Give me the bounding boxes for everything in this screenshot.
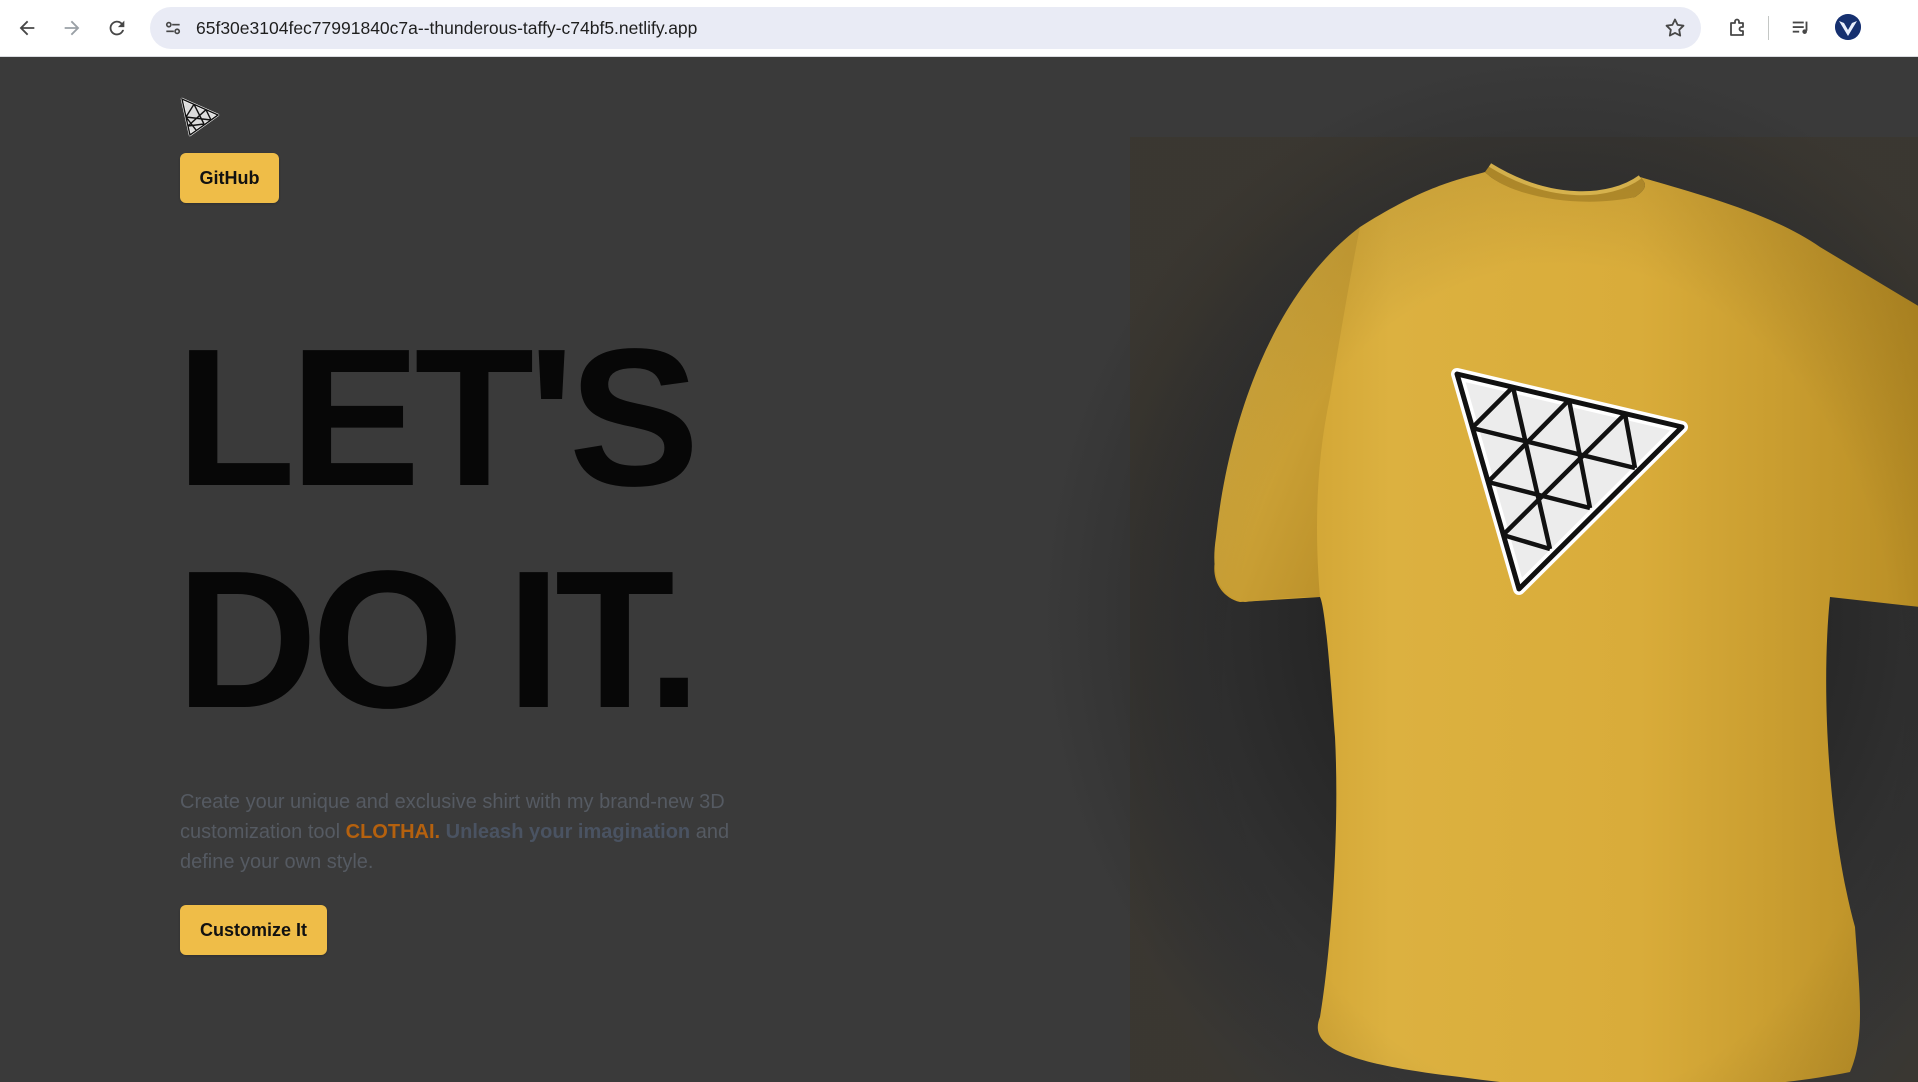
landing-page: GitHub LET'S DO IT. Create your unique a… (0, 57, 1918, 1082)
media-queue-icon[interactable] (1787, 14, 1815, 42)
description-punct: . (434, 821, 446, 843)
forward-button[interactable] (54, 10, 90, 46)
reload-icon (109, 20, 125, 36)
forward-arrow-icon (64, 20, 80, 36)
github-button[interactable]: GitHub (180, 153, 279, 203)
star-icon[interactable] (1663, 16, 1687, 40)
tshirt-image[interactable] (1130, 137, 1918, 1082)
browser-toolbar: 65f30e3104fec77991840c7a--thunderous-taf… (0, 0, 1918, 57)
logo-icon (180, 97, 220, 137)
brand-name: CLOTHAI (345, 821, 435, 843)
hero-headline: LET'S DO IT. (176, 307, 701, 751)
back-arrow-icon (19, 20, 35, 36)
address-bar[interactable]: 65f30e3104fec77991840c7a--thunderous-taf… (150, 7, 1701, 49)
toolbar-divider (1768, 16, 1769, 40)
reload-button[interactable] (99, 10, 135, 46)
highlight-text: Unleash your imagination (445, 821, 691, 843)
url-text[interactable]: 65f30e3104fec77991840c7a--thunderous-taf… (196, 7, 697, 49)
back-button[interactable] (9, 10, 45, 46)
hero-description: Create your unique and exclusive shirt w… (180, 787, 740, 877)
customize-button[interactable]: Customize It (180, 905, 327, 955)
avatar[interactable] (1835, 14, 1861, 40)
headline-line-1: LET'S (176, 308, 700, 527)
puzzle-icon[interactable] (1724, 14, 1752, 42)
tune-icon[interactable] (160, 15, 186, 41)
headline-line-2: DO IT. (176, 530, 701, 749)
